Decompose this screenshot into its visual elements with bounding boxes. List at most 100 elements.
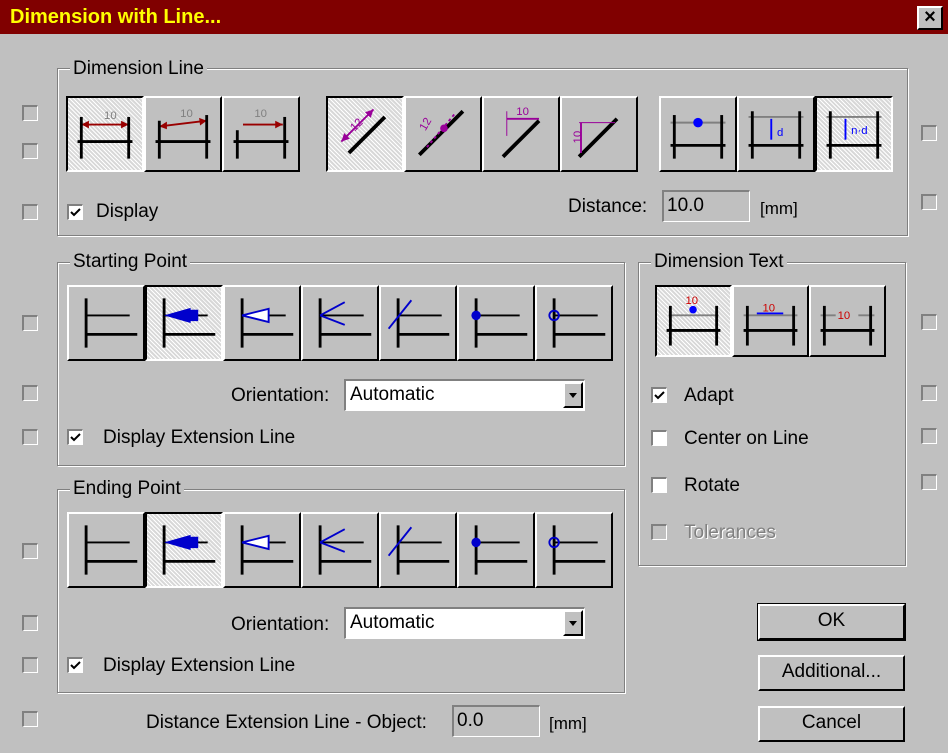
dim-horizontal-diagonal-button[interactable]: 10	[482, 96, 560, 172]
dim-vertical-diagonal-icon: 10	[572, 117, 619, 159]
override-checkbox[interactable]	[22, 315, 38, 331]
chevron-down-icon[interactable]	[563, 382, 583, 408]
dim-aligned-offset-icon: 12	[418, 109, 465, 157]
close-icon: ×	[924, 6, 936, 28]
dim-position-point-button[interactable]	[659, 96, 737, 172]
text-on-line-icon: 10	[743, 303, 798, 346]
text-value: 10	[838, 310, 851, 322]
terminator-dot-icon	[471, 298, 528, 348]
end-terminator-open-triangle-button[interactable]	[223, 512, 301, 588]
dim-line-arrows-skewed-icon: 10	[155, 108, 211, 159]
terminator-slash-icon	[387, 298, 450, 348]
start-terminator-none-button[interactable]	[67, 285, 145, 361]
override-checkbox[interactable]	[921, 474, 937, 490]
cancel-button[interactable]: Cancel	[758, 706, 905, 742]
dim-position-point-icon	[670, 115, 726, 159]
end-terminator-open-arrow-button[interactable]	[301, 512, 379, 588]
end-terminator-dot-button[interactable]	[457, 512, 535, 588]
svg-text:10: 10	[572, 131, 584, 144]
checkmark-icon	[70, 433, 81, 442]
dim-line-arrows-skewed-button[interactable]: 10	[144, 96, 222, 172]
additional-button[interactable]: Additional...	[758, 655, 905, 691]
distance-extension-input[interactable]: 0.0	[452, 705, 540, 737]
override-checkbox[interactable]	[921, 194, 937, 210]
end-terminator-slash-button[interactable]	[379, 512, 457, 588]
title-bar: Dimension with Line... ×	[0, 0, 948, 36]
rotate-label: Rotate	[684, 475, 740, 496]
start-terminator-slash-button[interactable]	[379, 285, 457, 361]
override-checkbox[interactable]	[22, 204, 38, 220]
ok-button[interactable]: OK	[757, 603, 906, 641]
end-extension-checkbox[interactable]	[67, 657, 83, 673]
distance-input[interactable]: 10.0	[662, 190, 750, 222]
chevron-down-icon[interactable]	[563, 610, 583, 636]
terminator-filled-arrow-icon	[162, 525, 216, 575]
start-terminator-dot-button[interactable]	[457, 285, 535, 361]
dim-line-single-arrow-button[interactable]: 10	[222, 96, 300, 172]
terminator-open-triangle-icon	[240, 525, 294, 575]
dim-aligned-diagonal-button[interactable]: 12	[326, 96, 404, 172]
svg-text:10: 10	[254, 108, 267, 120]
dimension-line-legend: Dimension Line	[70, 58, 207, 80]
text-above-button[interactable]: 10	[655, 285, 732, 357]
end-terminator-circle-button[interactable]	[535, 512, 613, 588]
override-checkbox[interactable]	[22, 385, 38, 401]
tolerances-label: Tolerances	[684, 522, 776, 543]
svg-text:10: 10	[104, 110, 117, 122]
start-terminator-open-arrow-button[interactable]	[301, 285, 379, 361]
svg-text:12: 12	[418, 116, 435, 133]
override-checkbox[interactable]	[22, 429, 38, 445]
rotate-checkbox[interactable]	[651, 477, 667, 493]
text-inline-button[interactable]: 10	[809, 285, 886, 357]
svg-text:n·d: n·d	[851, 125, 867, 137]
terminator-circle-icon	[548, 525, 606, 575]
end-extension-label: Display Extension Line	[103, 655, 296, 676]
end-terminator-none-button[interactable]	[67, 512, 145, 588]
text-inline-icon: 10	[820, 305, 875, 346]
end-orientation-select[interactable]: Automatic	[344, 607, 585, 639]
ending-point-legend: Ending Point	[70, 478, 184, 500]
override-checkbox[interactable]	[921, 314, 937, 330]
end-orientation-value: Automatic	[350, 612, 435, 633]
override-checkbox[interactable]	[22, 615, 38, 631]
terminator-none-icon	[84, 298, 138, 348]
override-checkbox[interactable]	[921, 125, 937, 141]
dim-aligned-offset-button[interactable]: 12	[404, 96, 482, 172]
text-above-line-icon: 10	[666, 295, 721, 346]
override-checkbox[interactable]	[22, 143, 38, 159]
dim-vertical-diagonal-button[interactable]: 10	[560, 96, 638, 172]
center-on-line-checkbox[interactable]	[651, 430, 667, 446]
close-button[interactable]: ×	[917, 6, 943, 30]
text-on-line-button[interactable]: 10	[732, 285, 809, 357]
override-checkbox[interactable]	[22, 657, 38, 673]
adapt-checkbox[interactable]	[651, 387, 667, 403]
start-terminator-circle-button[interactable]	[535, 285, 613, 361]
dim-position-n-distance-button[interactable]: n·d	[815, 96, 893, 172]
checkmark-icon	[70, 661, 81, 670]
dim-position-distance-icon: d	[748, 111, 804, 159]
override-checkbox[interactable]	[22, 105, 38, 121]
override-checkbox[interactable]	[921, 428, 937, 444]
override-checkbox[interactable]	[22, 711, 38, 727]
terminator-open-arrow-icon	[318, 298, 372, 348]
start-orientation-value: Automatic	[350, 384, 435, 405]
start-extension-checkbox[interactable]	[67, 429, 83, 445]
checkmark-icon	[654, 391, 665, 400]
terminator-filled-arrow-icon	[162, 298, 216, 348]
dim-aligned-diagonal-icon: 12	[340, 108, 387, 155]
display-checkbox[interactable]	[67, 204, 83, 220]
start-extension-label: Display Extension Line	[103, 427, 296, 448]
dim-line-arrows-button[interactable]: 10	[66, 96, 144, 172]
additional-label: Additional...	[781, 661, 882, 682]
end-terminator-filled-arrow-button[interactable]	[145, 512, 223, 588]
dim-position-distance-button[interactable]: d	[737, 96, 815, 172]
center-on-line-label: Center on Line	[684, 428, 809, 449]
override-checkbox[interactable]	[22, 543, 38, 559]
distance-label: Distance:	[568, 196, 648, 217]
start-orientation-select[interactable]: Automatic	[344, 379, 585, 411]
distance-unit: [mm]	[760, 199, 798, 218]
start-terminator-open-triangle-button[interactable]	[223, 285, 301, 361]
override-checkbox[interactable]	[921, 385, 937, 401]
start-terminator-filled-arrow-button[interactable]	[145, 285, 223, 361]
svg-text:d: d	[777, 127, 783, 139]
